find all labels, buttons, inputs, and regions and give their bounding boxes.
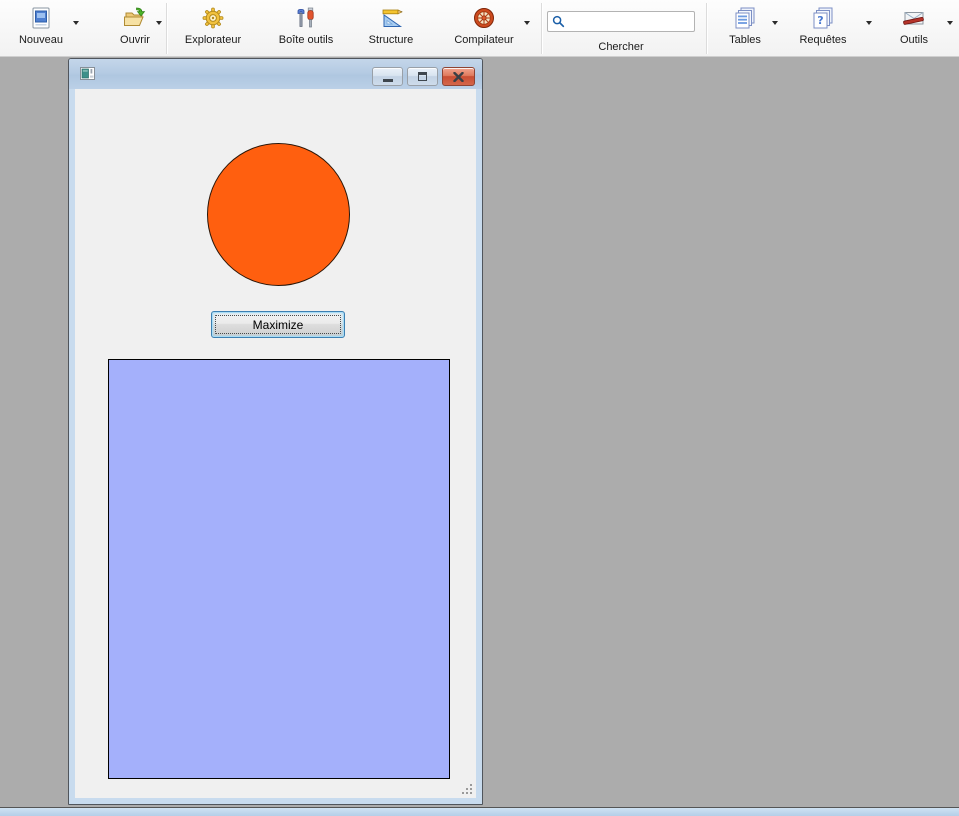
tables-dropdown-arrow-icon[interactable] — [772, 21, 778, 25]
svg-text:?: ? — [817, 14, 823, 27]
workspace: Maximize — [0, 58, 959, 807]
requetes-dropdown-arrow-icon[interactable] — [866, 21, 872, 25]
toolbar-label: Explorateur — [177, 34, 249, 46]
compilateur-dropdown-arrow-icon[interactable] — [524, 21, 530, 25]
toolbar-button-tables[interactable]: Tables — [713, 4, 777, 46]
main-toolbar: Nouveau Ouvrir — [0, 0, 959, 57]
tools-icon — [884, 4, 944, 32]
toolbar-label: Ouvrir — [105, 34, 165, 46]
toolbar-label: Requêtes — [790, 34, 856, 46]
close-button[interactable] — [442, 67, 475, 86]
minimize-button[interactable] — [372, 67, 403, 86]
toolbar-label: Nouveau — [10, 34, 72, 46]
toolbar-separator — [166, 3, 167, 54]
toolbar-button-boite-outils[interactable]: Boîte outils — [270, 4, 342, 46]
nouveau-dropdown-arrow-icon[interactable] — [73, 21, 79, 25]
search-label: Chercher — [547, 41, 695, 53]
toolbar-separator — [706, 3, 707, 54]
compiler-wheel-icon — [449, 4, 519, 32]
toolbar-label: Compilateur — [449, 34, 519, 46]
tables-icon — [713, 4, 777, 32]
toolbar-separator — [541, 3, 542, 54]
window-client-area: Maximize — [75, 89, 476, 798]
new-document-icon — [10, 4, 72, 32]
toolbar-label: Outils — [884, 34, 944, 46]
toolbar-label: Boîte outils — [270, 34, 342, 46]
toolbar-button-explorateur[interactable]: Explorateur — [177, 4, 249, 46]
child-window: Maximize — [68, 58, 483, 805]
window-icon — [80, 66, 97, 82]
maximize-form-button[interactable]: Maximize — [211, 311, 345, 338]
toolbar-label: Tables — [713, 34, 777, 46]
blue-rectangle-shape — [108, 359, 450, 779]
toolbar-button-structure[interactable]: Structure — [356, 4, 426, 46]
queries-icon: ? — [790, 4, 856, 32]
maximize-restore-button[interactable] — [407, 67, 438, 86]
search-box[interactable] — [547, 11, 695, 32]
outils-dropdown-arrow-icon[interactable] — [947, 21, 953, 25]
bottom-bar[interactable] — [0, 807, 959, 816]
open-folder-icon — [105, 4, 165, 32]
toolbar-button-outils[interactable]: Outils — [884, 4, 944, 46]
window-titlebar[interactable] — [69, 59, 482, 89]
window-controls — [372, 67, 475, 86]
orange-circle-shape — [207, 143, 350, 286]
resize-grip[interactable] — [460, 782, 473, 795]
maximize-icon — [418, 72, 427, 81]
toolbar-button-compilateur[interactable]: Compilateur — [449, 4, 519, 46]
close-icon — [453, 72, 464, 82]
toolbar-button-ouvrir[interactable]: Ouvrir — [105, 4, 165, 46]
minimize-icon — [383, 79, 393, 82]
ouvrir-dropdown-arrow-icon[interactable] — [156, 21, 162, 25]
search-input[interactable] — [568, 16, 690, 28]
set-square-icon — [356, 4, 426, 32]
gear-icon — [177, 4, 249, 32]
toolbar-button-nouveau[interactable]: Nouveau — [10, 4, 72, 46]
toolbar-button-requetes[interactable]: ? Requêtes — [790, 4, 856, 46]
search-icon — [552, 15, 565, 28]
toolbar-label: Structure — [356, 34, 426, 46]
toolbox-icon — [270, 4, 342, 32]
